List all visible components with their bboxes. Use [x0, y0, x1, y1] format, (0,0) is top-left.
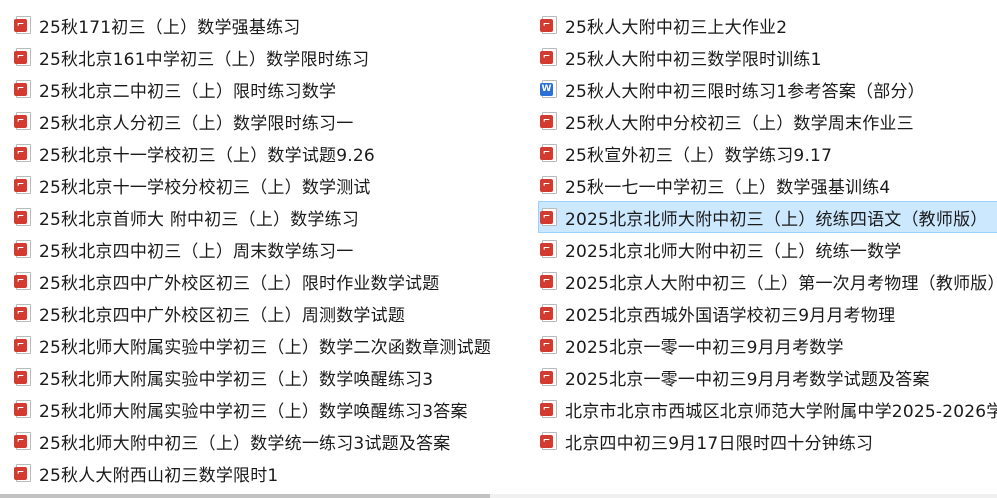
file-item[interactable]: ⌐ 25秋北京十一学校初三（上）数学试题9.26 [12, 137, 552, 169]
file-item[interactable]: ⌐ 25秋宣外初三（上）数学练习9.17 [538, 137, 997, 169]
file-item[interactable]: ⌐ 25秋北京四中广外校区初三（上）周测数学试题 [12, 297, 552, 329]
pdf-file-icon: ⌐ [540, 144, 557, 162]
pdf-file-icon: ⌐ [540, 16, 557, 34]
file-name: 25秋北京十一学校初三（上）数学试题9.26 [39, 145, 375, 166]
pdf-file-icon: ⌐ [14, 304, 31, 322]
pdf-file-icon: ⌐ [540, 208, 557, 226]
pdf-file-icon: ⌐ [14, 400, 31, 418]
file-item[interactable]: ⌐ 25秋北京人分初三（上）数学限时练习一 [12, 105, 552, 137]
word-file-icon: W [540, 80, 557, 98]
file-item[interactable]: ⌐ 25秋北京首师大 附中初三（上）数学练习 [12, 201, 552, 233]
file-item[interactable]: ⌐ 2025北京一零一中初三9月月考数学 [538, 329, 997, 361]
file-name: 25秋北京人分初三（上）数学限时练习一 [39, 113, 354, 134]
pdf-file-icon: ⌐ [540, 368, 557, 386]
file-name: 2025北京西城外国语学校初三9月月考物理 [565, 305, 896, 326]
pdf-file-icon: ⌐ [540, 304, 557, 322]
file-item[interactable]: ⌐ 2025北京一零一中初三9月月考数学试题及答案 [538, 361, 997, 393]
file-name: 25秋人大附西山初三数学限时1 [39, 465, 279, 486]
file-name: 2025北京北师大附中初三（上）统练一数学 [565, 241, 902, 262]
file-item[interactable]: ⌐ 25秋一七一中学初三（上）数学强基训练4 [538, 169, 997, 201]
pdf-file-icon: ⌐ [14, 48, 31, 66]
file-item[interactable]: ⌐ 25秋北京四中广外校区初三（上）限时作业数学试题 [12, 265, 552, 297]
horizontal-scrollbar[interactable] [0, 494, 997, 498]
file-name: 25秋北京四中初三（上）周末数学练习一 [39, 241, 354, 262]
file-name: 2025北京一零一中初三9月月考数学 [565, 337, 844, 358]
file-name: 25秋北师大附中初三（上）数学统一练习3试题及答案 [39, 433, 451, 454]
file-item[interactable]: W 25秋人大附中初三限时练习1参考答案（部分） [538, 73, 997, 105]
pdf-file-icon: ⌐ [540, 272, 557, 290]
file-column-right: ⌐ 25秋人大附中初三上大作业2 ⌐ 25秋人大附中初三数学限时训练1 W 25秋人大附中… [538, 9, 997, 457]
file-item[interactable]: ⌐ 25秋北京十一学校分校初三（上）数学测试 [12, 169, 552, 201]
pdf-file-icon: ⌐ [14, 208, 31, 226]
pdf-file-icon: ⌐ [14, 80, 31, 98]
file-item[interactable]: ⌐ 2025北京北师大附中初三（上）统练一数学 [538, 233, 997, 265]
file-name: 25秋一七一中学初三（上）数学强基训练4 [565, 177, 891, 198]
pdf-file-icon: ⌐ [14, 16, 31, 34]
file-name: 25秋人大附中初三限时练习1参考答案（部分） [565, 81, 925, 102]
pdf-file-icon: ⌐ [540, 432, 557, 450]
file-name: 2025北京人大附中初三（上）第一次月考物理（教师版） [565, 273, 997, 294]
pdf-file-icon: ⌐ [14, 464, 31, 482]
file-name: 25秋北师大附属实验中学初三（上）数学唤醒练习3 [39, 369, 434, 390]
file-name: 北京市北京市西城区北京师范大学附属中学2025-2026学年九年级上学期 [565, 401, 997, 422]
file-item[interactable]: ⌐ 25秋北京161中学初三（上）数学限时练习 [12, 41, 552, 73]
pdf-file-icon: ⌐ [540, 240, 557, 258]
file-name: 25秋人大附中分校初三（上）数学周末作业三 [565, 113, 914, 134]
file-item[interactable]: ⌐ 北京四中初三9月17日限时四十分钟练习 [538, 425, 997, 457]
file-item[interactable]: ⌐ 25秋北师大附属实验中学初三（上）数学唤醒练习3 [12, 361, 552, 393]
file-item[interactable]: ⌐ 25秋人大附中初三上大作业2 [538, 9, 997, 41]
file-item[interactable]: ⌐ 25秋北师大附属实验中学初三（上）数学唤醒练习3答案 [12, 393, 552, 425]
file-item[interactable]: ⌐ 25秋人大附西山初三数学限时1 [12, 457, 552, 489]
pdf-file-icon: ⌐ [540, 176, 557, 194]
pdf-file-icon: ⌐ [14, 368, 31, 386]
pdf-file-icon: ⌐ [14, 336, 31, 354]
file-name: 25秋北京四中广外校区初三（上）限时作业数学试题 [39, 273, 440, 294]
file-list-view: ⌐ 25秋171初三（上）数学强基练习 ⌐ 25秋北京161中学初三（上）数学限时练习… [0, 0, 997, 498]
file-name: 25秋北京二中初三（上）限时练习数学 [39, 81, 337, 102]
file-item[interactable]: ⌐ 25秋人大附中初三数学限时训练1 [538, 41, 997, 73]
file-name: 25秋人大附中初三上大作业2 [565, 17, 788, 38]
pdf-file-icon: ⌐ [14, 112, 31, 130]
file-name: 25秋宣外初三（上）数学练习9.17 [565, 145, 833, 166]
file-item[interactable]: ⌐ 25秋北京四中初三（上）周末数学练习一 [12, 233, 552, 265]
file-item[interactable]: ⌐ 2025北京西城外国语学校初三9月月考物理 [538, 297, 997, 329]
file-name: 2025北京一零一中初三9月月考数学试题及答案 [565, 369, 930, 390]
file-item[interactable]: ⌐ 25秋人大附中分校初三（上）数学周末作业三 [538, 105, 997, 137]
pdf-file-icon: ⌐ [14, 240, 31, 258]
file-name: 25秋北京161中学初三（上）数学限时练习 [39, 49, 370, 70]
pdf-file-icon: ⌐ [14, 272, 31, 290]
file-name: 25秋北京首师大 附中初三（上）数学练习 [39, 209, 360, 230]
pdf-file-icon: ⌐ [14, 432, 31, 450]
file-name: 25秋北师大附属实验中学初三（上）数学二次函数章测试题 [39, 337, 492, 358]
file-item[interactable]: ⌐ 北京市北京市西城区北京师范大学附属中学2025-2026学年九年级上学期 [538, 393, 997, 425]
pdf-file-icon: ⌐ [14, 144, 31, 162]
file-name: 25秋人大附中初三数学限时训练1 [565, 49, 822, 70]
file-item[interactable]: ⌐ 2025北京北师大附中初三（上）统练四语文（教师版） [538, 201, 997, 233]
file-item[interactable]: ⌐ 25秋171初三（上）数学强基练习 [12, 9, 552, 41]
file-name: 25秋北师大附属实验中学初三（上）数学唤醒练习3答案 [39, 401, 468, 422]
pdf-file-icon: ⌐ [540, 400, 557, 418]
pdf-file-icon: ⌐ [540, 48, 557, 66]
file-name: 北京四中初三9月17日限时四十分钟练习 [565, 433, 874, 454]
scrollbar-thumb[interactable] [0, 494, 490, 498]
file-name: 2025北京北师大附中初三（上）统练四语文（教师版） [565, 209, 988, 230]
pdf-file-icon: ⌐ [540, 336, 557, 354]
pdf-file-icon: ⌐ [14, 176, 31, 194]
file-item[interactable]: ⌐ 25秋北京二中初三（上）限时练习数学 [12, 73, 552, 105]
file-item[interactable]: ⌐ 25秋北师大附中初三（上）数学统一练习3试题及答案 [12, 425, 552, 457]
file-name: 25秋北京十一学校分校初三（上）数学测试 [39, 177, 371, 198]
file-item[interactable]: ⌐ 25秋北师大附属实验中学初三（上）数学二次函数章测试题 [12, 329, 552, 361]
file-column-left: ⌐ 25秋171初三（上）数学强基练习 ⌐ 25秋北京161中学初三（上）数学限时练习… [12, 9, 552, 489]
file-name: 25秋171初三（上）数学强基练习 [39, 17, 301, 38]
file-name: 25秋北京四中广外校区初三（上）周测数学试题 [39, 305, 406, 326]
pdf-file-icon: ⌐ [540, 112, 557, 130]
file-item[interactable]: ⌐ 2025北京人大附中初三（上）第一次月考物理（教师版） [538, 265, 997, 297]
